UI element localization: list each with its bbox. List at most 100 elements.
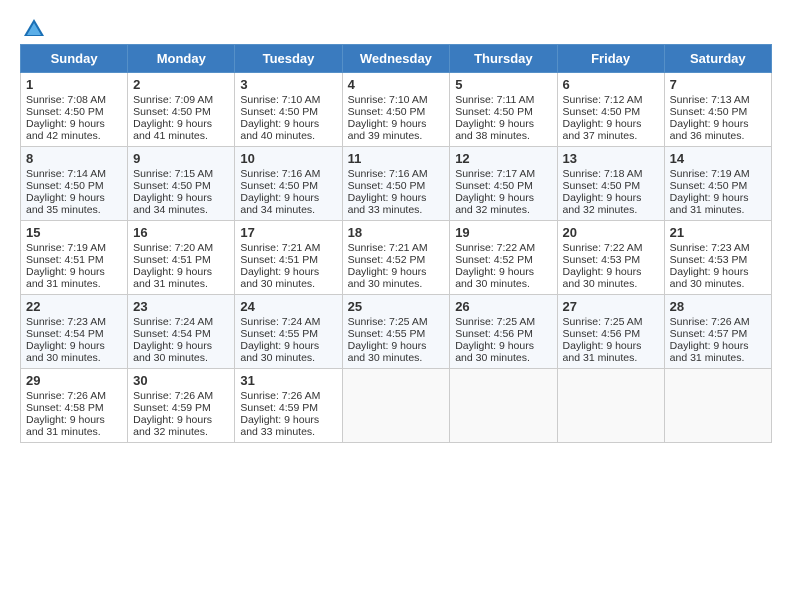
calendar-week-4: 22Sunrise: 7:23 AMSunset: 4:54 PMDayligh… [21,295,772,369]
day-number: 10 [240,151,336,166]
sunrise-text: Sunrise: 7:15 AM [133,168,213,180]
calendar-header-tuesday: Tuesday [235,45,342,73]
calendar-day-6: 6Sunrise: 7:12 AMSunset: 4:50 PMDaylight… [557,73,664,147]
daylight-text: Daylight: 9 hours and 39 minutes. [348,118,427,142]
sunset-text: Sunset: 4:50 PM [26,106,104,118]
daylight-text: Daylight: 9 hours and 32 minutes. [455,192,534,216]
sunset-text: Sunset: 4:54 PM [26,328,104,340]
sunrise-text: Sunrise: 7:22 AM [455,242,535,254]
calendar-header-sunday: Sunday [21,45,128,73]
day-number: 12 [455,151,551,166]
daylight-text: Daylight: 9 hours and 30 minutes. [670,266,749,290]
day-number: 17 [240,225,336,240]
sunset-text: Sunset: 4:50 PM [348,106,426,118]
daylight-text: Daylight: 9 hours and 31 minutes. [133,266,212,290]
calendar-week-5: 29Sunrise: 7:26 AMSunset: 4:58 PMDayligh… [21,369,772,443]
sunset-text: Sunset: 4:53 PM [563,254,641,266]
daylight-text: Daylight: 9 hours and 35 minutes. [26,192,105,216]
sunset-text: Sunset: 4:55 PM [240,328,318,340]
calendar-day-8: 8Sunrise: 7:14 AMSunset: 4:50 PMDaylight… [21,147,128,221]
calendar-day-26: 26Sunrise: 7:25 AMSunset: 4:56 PMDayligh… [450,295,557,369]
daylight-text: Daylight: 9 hours and 34 minutes. [240,192,319,216]
day-number: 20 [563,225,659,240]
calendar-day-22: 22Sunrise: 7:23 AMSunset: 4:54 PMDayligh… [21,295,128,369]
day-number: 5 [455,77,551,92]
calendar-day-11: 11Sunrise: 7:16 AMSunset: 4:50 PMDayligh… [342,147,450,221]
sunrise-text: Sunrise: 7:11 AM [455,94,534,106]
calendar-day-23: 23Sunrise: 7:24 AMSunset: 4:54 PMDayligh… [128,295,235,369]
sunset-text: Sunset: 4:50 PM [670,180,748,192]
calendar-day-1: 1Sunrise: 7:08 AMSunset: 4:50 PMDaylight… [21,73,128,147]
day-number: 16 [133,225,229,240]
sunrise-text: Sunrise: 7:20 AM [133,242,213,254]
calendar-day-25: 25Sunrise: 7:25 AMSunset: 4:55 PMDayligh… [342,295,450,369]
daylight-text: Daylight: 9 hours and 31 minutes. [670,192,749,216]
sunrise-text: Sunrise: 7:12 AM [563,94,643,106]
sunset-text: Sunset: 4:50 PM [455,180,533,192]
sunset-text: Sunset: 4:52 PM [348,254,426,266]
daylight-text: Daylight: 9 hours and 30 minutes. [240,340,319,364]
daylight-text: Daylight: 9 hours and 34 minutes. [133,192,212,216]
calendar-day-13: 13Sunrise: 7:18 AMSunset: 4:50 PMDayligh… [557,147,664,221]
daylight-text: Daylight: 9 hours and 37 minutes. [563,118,642,142]
sunrise-text: Sunrise: 7:16 AM [348,168,428,180]
calendar-day-3: 3Sunrise: 7:10 AMSunset: 4:50 PMDaylight… [235,73,342,147]
day-number: 26 [455,299,551,314]
sunrise-text: Sunrise: 7:24 AM [133,316,213,328]
day-number: 21 [670,225,766,240]
day-number: 25 [348,299,445,314]
sunset-text: Sunset: 4:55 PM [348,328,426,340]
daylight-text: Daylight: 9 hours and 30 minutes. [133,340,212,364]
sunset-text: Sunset: 4:59 PM [240,402,318,414]
calendar-day-28: 28Sunrise: 7:26 AMSunset: 4:57 PMDayligh… [664,295,771,369]
daylight-text: Daylight: 9 hours and 30 minutes. [348,340,427,364]
sunrise-text: Sunrise: 7:21 AM [240,242,320,254]
calendar-header-friday: Friday [557,45,664,73]
sunset-text: Sunset: 4:50 PM [133,180,211,192]
sunrise-text: Sunrise: 7:22 AM [563,242,643,254]
sunset-text: Sunset: 4:50 PM [563,180,641,192]
sunrise-text: Sunrise: 7:26 AM [240,390,320,402]
calendar-week-3: 15Sunrise: 7:19 AMSunset: 4:51 PMDayligh… [21,221,772,295]
calendar-header-thursday: Thursday [450,45,557,73]
sunset-text: Sunset: 4:50 PM [670,106,748,118]
sunset-text: Sunset: 4:50 PM [563,106,641,118]
sunset-text: Sunset: 4:51 PM [240,254,318,266]
day-number: 18 [348,225,445,240]
daylight-text: Daylight: 9 hours and 38 minutes. [455,118,534,142]
sunset-text: Sunset: 4:53 PM [670,254,748,266]
day-number: 31 [240,373,336,388]
calendar-header-saturday: Saturday [664,45,771,73]
calendar-day-15: 15Sunrise: 7:19 AMSunset: 4:51 PMDayligh… [21,221,128,295]
sunrise-text: Sunrise: 7:08 AM [26,94,106,106]
daylight-text: Daylight: 9 hours and 30 minutes. [348,266,427,290]
daylight-text: Daylight: 9 hours and 32 minutes. [133,414,212,438]
calendar-day-16: 16 Sunrise: 7:20 AMSunset: 4:51 PMDayligh… [128,221,235,295]
day-number: 7 [670,77,766,92]
logo-area [20,16,46,40]
day-number: 11 [348,151,445,166]
day-number: 30 [133,373,229,388]
sunset-text: Sunset: 4:57 PM [670,328,748,340]
calendar-day-2: 2Sunrise: 7:09 AMSunset: 4:50 PMDaylight… [128,73,235,147]
daylight-text: Daylight: 9 hours and 36 minutes. [670,118,749,142]
sunrise-text: Sunrise: 7:21 AM [348,242,428,254]
day-number: 27 [563,299,659,314]
day-number: 8 [26,151,122,166]
daylight-text: Daylight: 9 hours and 30 minutes. [455,340,534,364]
day-number: 22 [26,299,122,314]
day-number: 19 [455,225,551,240]
sunset-text: Sunset: 4:51 PM [133,254,211,266]
daylight-text: Daylight: 9 hours and 30 minutes. [240,266,319,290]
sunrise-text: Sunrise: 7:17 AM [455,168,535,180]
calendar-day-27: 27Sunrise: 7:25 AMSunset: 4:56 PMDayligh… [557,295,664,369]
calendar-empty-cell [342,369,450,443]
sunset-text: Sunset: 4:56 PM [563,328,641,340]
daylight-text: Daylight: 9 hours and 33 minutes. [348,192,427,216]
sunrise-text: Sunrise: 7:16 AM [240,168,320,180]
calendar-table: SundayMondayTuesdayWednesdayThursdayFrid… [20,44,772,443]
daylight-text: Daylight: 9 hours and 31 minutes. [563,340,642,364]
logo-icon [22,16,46,40]
sunset-text: Sunset: 4:50 PM [133,106,211,118]
daylight-text: Daylight: 9 hours and 30 minutes. [26,340,105,364]
